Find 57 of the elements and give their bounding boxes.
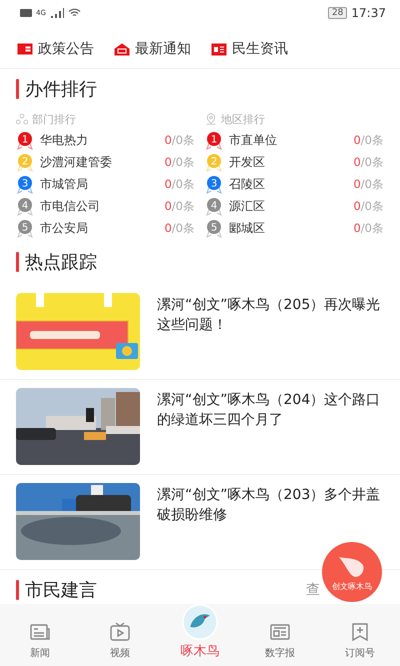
total-count: /0条 bbox=[172, 132, 195, 148]
done-count: 0 bbox=[164, 220, 172, 236]
rank-name: 市电信公司 bbox=[40, 198, 101, 214]
nav-tab[interactable]: 数字报 bbox=[240, 604, 320, 666]
newspaper-icon bbox=[29, 622, 51, 642]
news-item[interactable]: 漯河“创文”啄木鸟（204）这个路口的绿道坏三四个月了 bbox=[0, 380, 400, 475]
nav-tab[interactable]: 啄木鸟 bbox=[160, 604, 240, 666]
clock-time: 17:37 bbox=[351, 6, 386, 20]
total-count: /0条 bbox=[360, 176, 384, 192]
signal-icon bbox=[50, 8, 64, 18]
more-link[interactable]: 查 bbox=[306, 581, 320, 599]
done-count: 0 bbox=[164, 198, 172, 214]
rank-name: 开发区 bbox=[229, 154, 266, 170]
nav-tab[interactable]: 视频 bbox=[80, 604, 160, 666]
tv-play-icon bbox=[109, 622, 131, 642]
quick-link[interactable]: 民生资讯 bbox=[211, 40, 288, 58]
quick-link[interactable]: 最新通知 bbox=[114, 40, 191, 58]
rank-name: 华电热力 bbox=[40, 132, 89, 148]
column-heading: 部门排行 bbox=[32, 112, 76, 126]
total-count: /0条 bbox=[360, 220, 384, 236]
section-title: 办件排行 bbox=[25, 78, 97, 101]
total-count: /0条 bbox=[172, 176, 195, 192]
nav-tab[interactable]: 订阅号 bbox=[320, 604, 400, 666]
rank-name: 郾城区 bbox=[229, 220, 266, 236]
org-chart-icon bbox=[16, 113, 28, 125]
location-pin-icon bbox=[205, 113, 217, 125]
newspaper-icon bbox=[269, 622, 291, 642]
rank-name: 召陵区 bbox=[229, 176, 266, 192]
total-count: /0条 bbox=[360, 198, 384, 214]
rank-name: 源汇区 bbox=[229, 198, 266, 214]
done-count: 0 bbox=[353, 154, 361, 170]
total-count: /0条 bbox=[172, 154, 195, 170]
total-count: /0条 bbox=[172, 198, 195, 214]
rank-name: 市公安局 bbox=[40, 220, 89, 236]
wifi-icon bbox=[68, 8, 81, 18]
done-count: 0 bbox=[353, 198, 361, 214]
rank-name: 市直单位 bbox=[229, 132, 278, 148]
section-title: 热点跟踪 bbox=[25, 251, 97, 274]
rank-name: 沙澧河建管委 bbox=[40, 154, 113, 170]
done-count: 0 bbox=[353, 220, 361, 236]
section-title: 市民建言 bbox=[25, 579, 97, 602]
total-count: /0条 bbox=[360, 132, 384, 148]
battery-level: 28 bbox=[328, 7, 348, 19]
column-heading: 地区排行 bbox=[221, 112, 265, 126]
nav-tab[interactable]: 新闻 bbox=[0, 604, 80, 666]
total-count: /0条 bbox=[360, 154, 384, 170]
floating-action-button[interactable]: 创文啄木鸟 bbox=[322, 542, 382, 602]
newspaper-icon bbox=[211, 41, 227, 57]
news-item[interactable]: 漯河“创文”啄木鸟（205）再次曝光这些问题！ bbox=[0, 285, 400, 380]
done-count: 0 bbox=[353, 176, 361, 192]
rank-name: 市城管局 bbox=[40, 176, 89, 192]
total-count: /0条 bbox=[172, 220, 195, 236]
done-count: 0 bbox=[164, 154, 172, 170]
done-count: 0 bbox=[164, 176, 172, 192]
done-count: 0 bbox=[164, 132, 172, 148]
done-count: 0 bbox=[353, 132, 361, 148]
quick-link[interactable]: 政策公告 bbox=[17, 40, 94, 58]
